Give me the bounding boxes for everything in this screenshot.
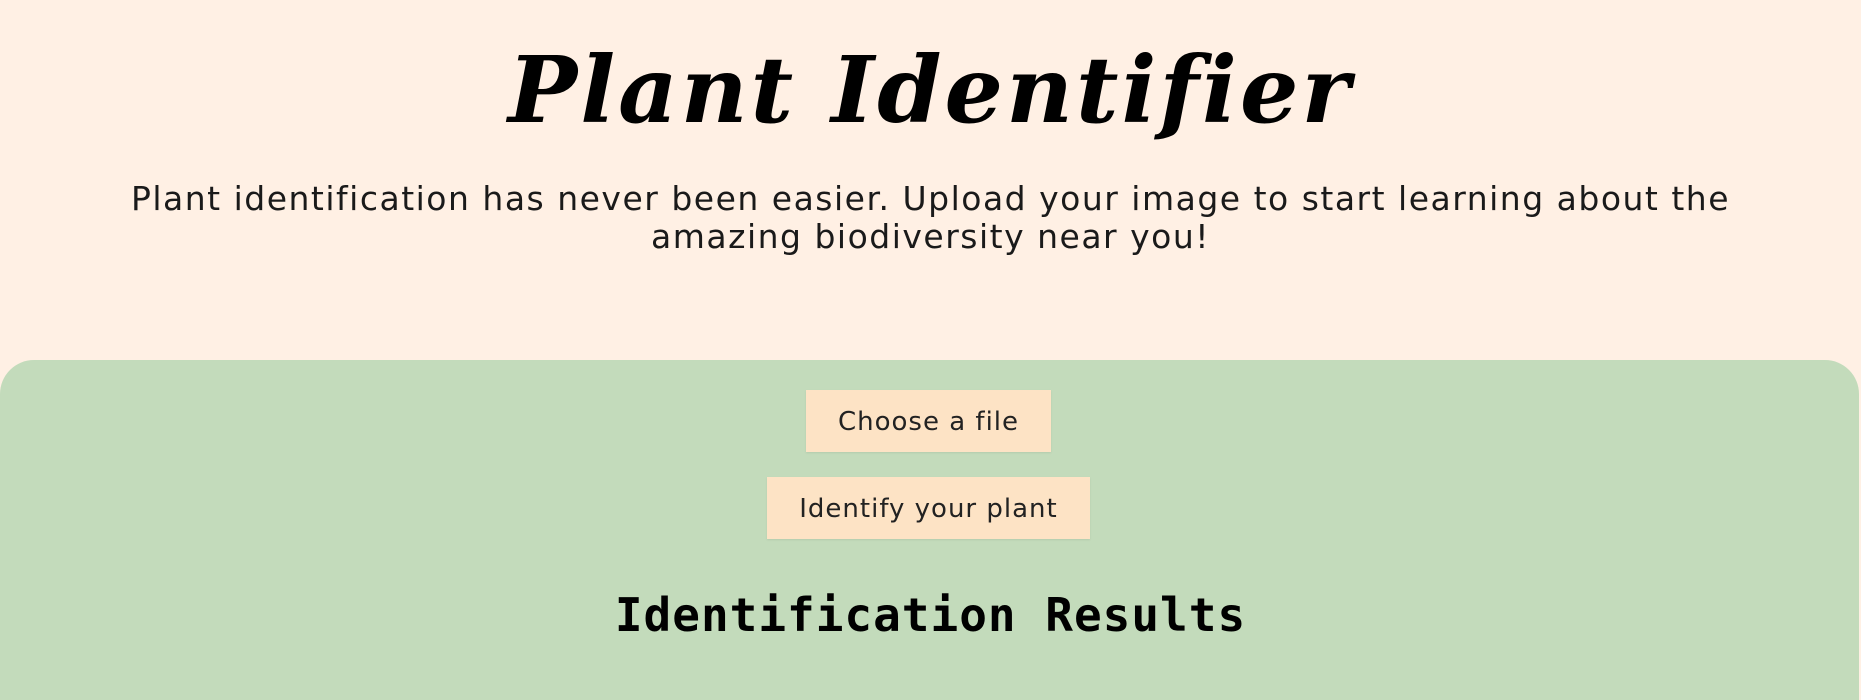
results-heading: Identification Results [614, 588, 1247, 642]
identification-panel: Choose a file Identify your plant Identi… [0, 360, 1859, 700]
choose-file-button[interactable]: Choose a file [806, 390, 1051, 452]
page-header: Plant Identifier Plant identification ha… [0, 0, 1861, 360]
page-subtitle: Plant identification has never been easi… [130, 179, 1731, 256]
page-title: Plant Identifier [508, 36, 1353, 144]
identify-plant-button[interactable]: Identify your plant [767, 477, 1090, 539]
